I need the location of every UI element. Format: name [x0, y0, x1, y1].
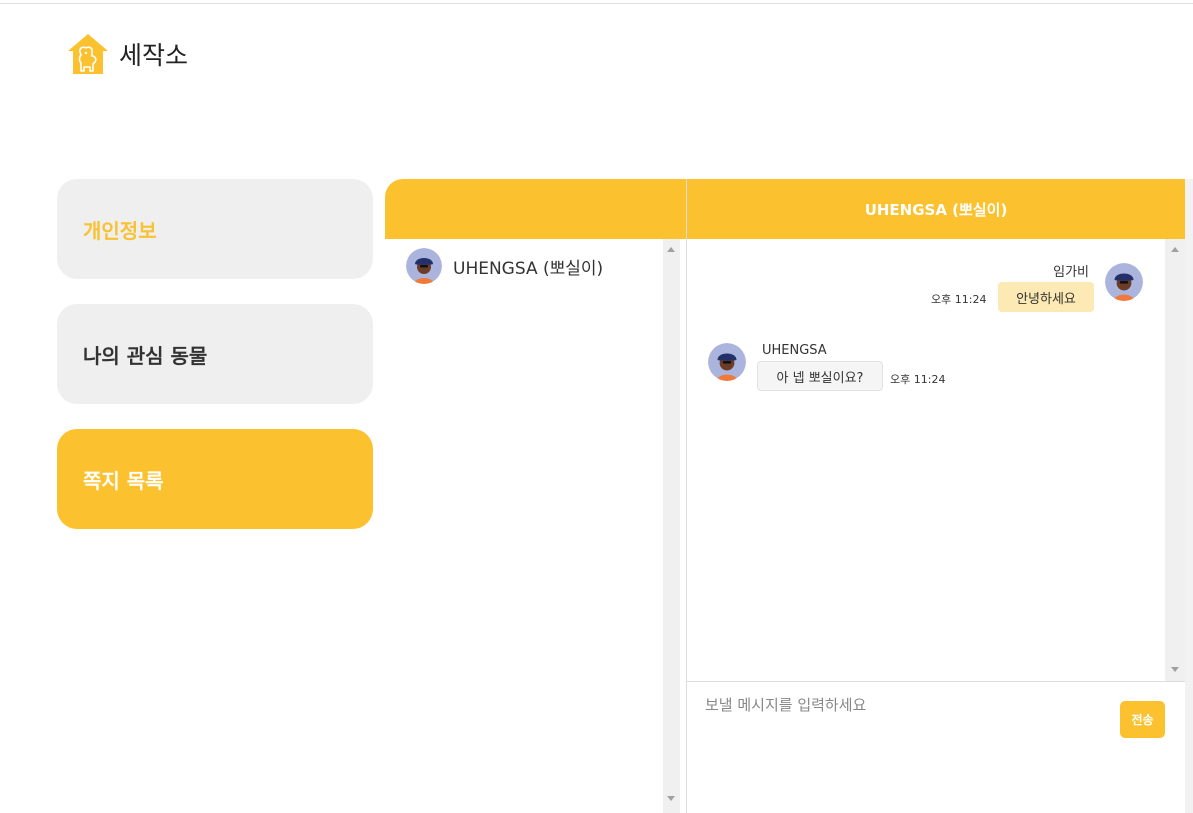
chat-header: UHENGSA (뽀실이) — [687, 179, 1185, 239]
sidebar-item-favorite-animals[interactable]: 나의 관심 동물 — [57, 304, 373, 404]
sidebar-item-message-list[interactable]: 쪽지 목록 — [57, 429, 373, 529]
conversation-list-scrollbar[interactable] — [663, 239, 680, 813]
logo[interactable]: 세작소 — [67, 32, 188, 76]
scroll-up-arrow-icon[interactable] — [667, 247, 675, 252]
scroll-down-arrow-icon[interactable] — [1171, 667, 1179, 672]
conversation-list-panel: UHENGSA (뽀실이) — [385, 179, 686, 813]
message-compose-area: 전송 — [687, 681, 1185, 813]
message-input[interactable] — [705, 694, 1105, 794]
message-sender-name: UHENGSA — [762, 343, 827, 358]
chat-title: UHENGSA (뽀실이) — [864, 200, 1008, 219]
conversation-name: UHENGSA (뽀실이) — [453, 258, 604, 279]
message-time: 오후 11:24 — [890, 373, 946, 386]
sidebar-item-label: 개인정보 — [83, 218, 157, 243]
page-scrollbar[interactable] — [1185, 179, 1193, 813]
scroll-up-arrow-icon[interactable] — [1171, 247, 1179, 252]
avatar-icon — [1105, 263, 1143, 301]
send-button[interactable]: 전송 — [1120, 701, 1165, 738]
conversation-list-header — [385, 179, 686, 239]
chat-scrollbar[interactable] — [1165, 239, 1185, 681]
sidebar-item-label: 나의 관심 동물 — [83, 343, 208, 368]
chat-messages: 임가비 오후 11:24 안녕하세요 UHENGSA 아 넵 뽀실이요? 오후 … — [687, 239, 1165, 681]
conversation-list: UHENGSA (뽀실이) — [385, 239, 663, 813]
message-text: 안녕하세요 — [1016, 291, 1076, 307]
message-sender-name: 임가비 — [1053, 265, 1089, 280]
message-bubble: 아 넵 뽀실이요? — [757, 361, 883, 391]
scroll-down-arrow-icon[interactable] — [667, 796, 675, 801]
message-time: 오후 11:24 — [931, 293, 987, 306]
top-border — [0, 3, 1193, 4]
avatar-icon — [708, 343, 746, 381]
sidebar-item-label: 쪽지 목록 — [83, 468, 164, 493]
avatar-icon — [406, 248, 442, 284]
sidebar-item-personal-info[interactable]: 개인정보 — [57, 179, 373, 279]
house-dog-icon — [68, 34, 108, 74]
message-bubble: 안녕하세요 — [998, 282, 1094, 312]
conversation-item[interactable]: UHENGSA (뽀실이) — [406, 248, 603, 284]
message-text: 아 넵 뽀실이요? — [776, 370, 864, 386]
brand-name: 세작소 — [119, 41, 189, 70]
